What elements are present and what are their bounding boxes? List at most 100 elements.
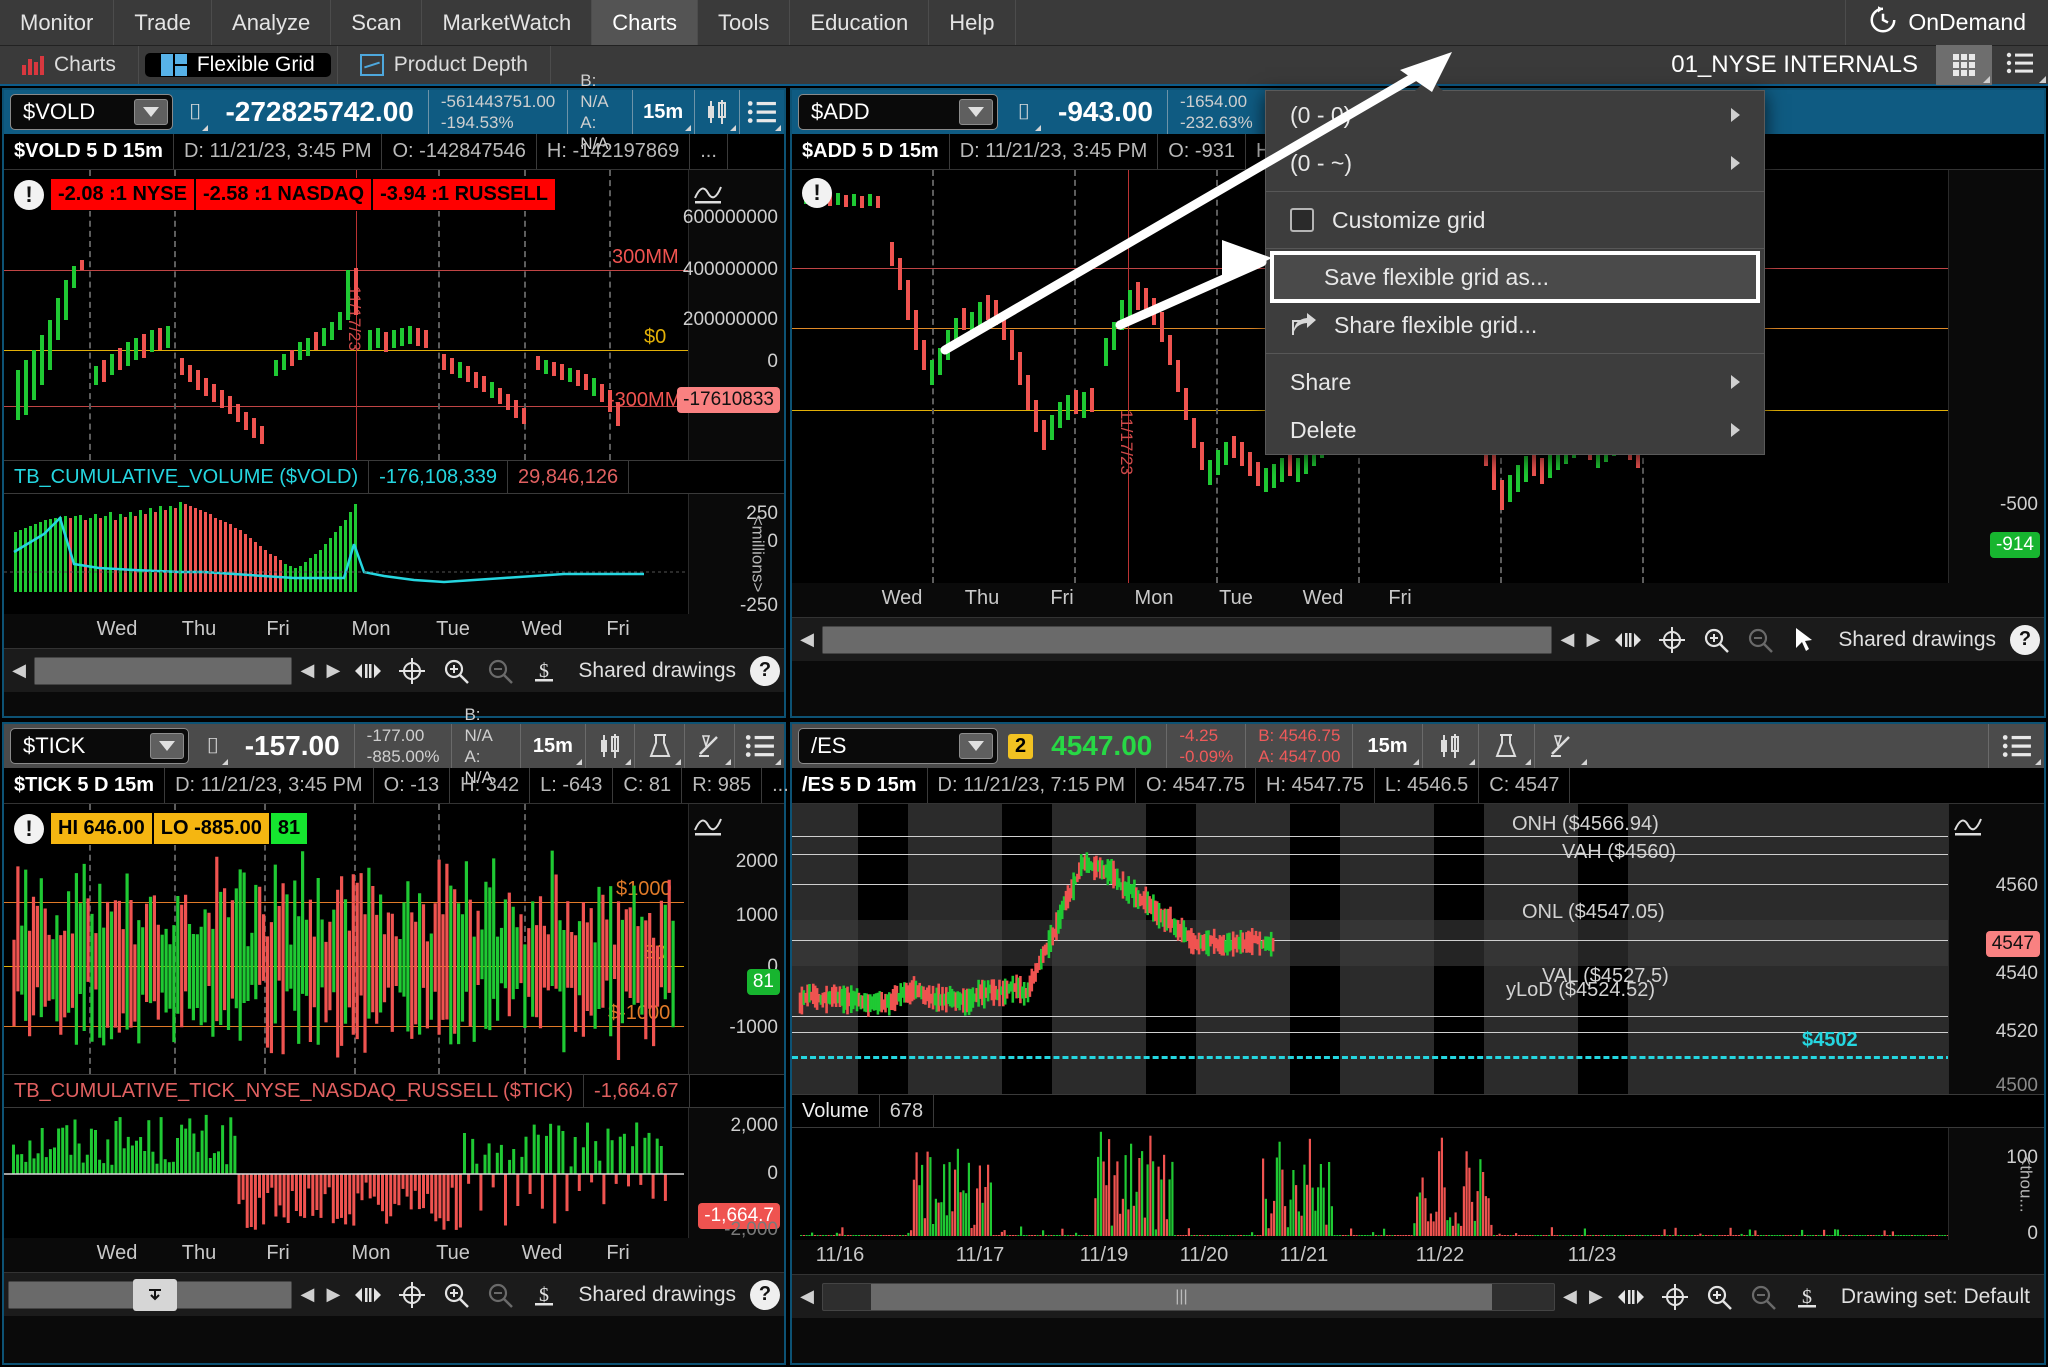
- add-scroll-prev[interactable]: ◀: [1556, 626, 1578, 654]
- add-zoom-in-icon[interactable]: [1696, 623, 1736, 657]
- vold-candle-style-button[interactable]: [693, 90, 739, 134]
- add-scroll-next[interactable]: ▶: [1582, 626, 1604, 654]
- ctx-item-share[interactable]: Share: [1266, 358, 1764, 406]
- vold-indicator-body[interactable]: 250 0 -250 <millions>: [4, 494, 784, 614]
- tick-scrollbar[interactable]: [8, 1278, 293, 1311]
- menu-item-trade[interactable]: Trade: [114, 0, 213, 45]
- add-fit-width-icon[interactable]: [1608, 623, 1648, 657]
- ctx-item-share-flexible-grid[interactable]: Share flexible grid...: [1266, 301, 1764, 349]
- es-scroll-prev[interactable]: ◀: [1559, 1283, 1581, 1311]
- vold-crosshair-icon[interactable]: [392, 654, 432, 688]
- es-chart-body[interactable]: $4502 ONH ($4566.94) VAH ($4560) ONL ($4…: [792, 804, 2044, 1094]
- es-volume-body[interactable]: 100 0 <thou...: [792, 1128, 2044, 1240]
- tick-price-axis[interactable]: 2000 1000 0 81 -1000: [688, 804, 784, 1074]
- tick-scroll-next[interactable]: ▶: [322, 1281, 344, 1309]
- checkbox-icon[interactable]: [1290, 208, 1314, 232]
- vold-scroll-next[interactable]: ▶: [322, 657, 344, 685]
- vold-fit-width-icon[interactable]: [348, 654, 388, 688]
- es-symbol-dropdown-icon[interactable]: [959, 733, 993, 759]
- ctx-item-customize-grid[interactable]: Customize grid: [1266, 196, 1764, 244]
- es-symbol-input[interactable]: /ES: [798, 728, 998, 764]
- vold-zoom-in-icon[interactable]: [436, 654, 476, 688]
- tick-zoom-out-icon[interactable]: [480, 1278, 520, 1312]
- menu-item-charts[interactable]: Charts: [592, 0, 699, 45]
- vold-settings-list-button[interactable]: [738, 90, 784, 134]
- es-timeframe-button[interactable]: 15m: [1352, 724, 1421, 768]
- add-scrollbar[interactable]: [822, 625, 1553, 654]
- es-drawings-button[interactable]: [1533, 724, 1590, 768]
- es-crosshair-icon[interactable]: [1655, 1280, 1695, 1314]
- ctx-item-save-flexible-grid-as[interactable]: Save flexible grid as...: [1270, 251, 1760, 303]
- tick-dollar-icon[interactable]: $: [524, 1278, 564, 1312]
- es-studies-button[interactable]: [1477, 724, 1534, 768]
- add-shared-drawings[interactable]: Shared drawings: [1828, 628, 2006, 652]
- tick-axis-scale-icon[interactable]: [693, 812, 723, 843]
- tick-indicator-axis[interactable]: 2,000 0 -1,664.7 -2,000: [688, 1108, 784, 1238]
- tab-flexible-grid[interactable]: Flexible Grid: [144, 53, 331, 77]
- tick-scroll-prev[interactable]: ◀: [296, 1281, 318, 1309]
- vold-help-icon[interactable]: ?: [750, 655, 780, 686]
- ondemand-button[interactable]: OnDemand: [1846, 0, 2048, 45]
- add-price-axis[interactable]: -500 -914: [1948, 170, 2044, 583]
- menu-item-education[interactable]: Education: [790, 0, 930, 45]
- es-dollar-icon[interactable]: $: [1787, 1280, 1827, 1314]
- tick-fit-width-icon[interactable]: [348, 1278, 388, 1312]
- es-qty-wrap[interactable]: 2: [1004, 724, 1037, 768]
- vold-price-axis[interactable]: 600000000 400000000 200000000 0 -1761083…: [677, 170, 784, 460]
- add-scroll-left[interactable]: ◀: [796, 626, 818, 654]
- menu-item-monitor[interactable]: Monitor: [0, 0, 115, 45]
- add-link-button[interactable]: ⌷: [1004, 90, 1044, 134]
- ctx-item-0-0[interactable]: (0 - 0): [1266, 91, 1764, 139]
- es-zoom-out-icon[interactable]: [1743, 1280, 1783, 1314]
- es-scroll-next[interactable]: ▶: [1585, 1283, 1607, 1311]
- tick-drawings-button[interactable]: [684, 724, 734, 768]
- vold-scroll-left[interactable]: ◀: [8, 657, 30, 685]
- es-scrollbar[interactable]: |||: [822, 1282, 1555, 1311]
- tick-symbol-input[interactable]: $TICK: [10, 728, 190, 764]
- vold-axis-scale-icon[interactable]: [693, 180, 723, 211]
- add-zoom-out-icon[interactable]: [1740, 623, 1780, 657]
- grid-list-button[interactable]: [1992, 45, 2048, 85]
- vold-symbol-dropdown-icon[interactable]: [134, 99, 169, 125]
- es-drawing-set[interactable]: Drawing set: Default: [1831, 1285, 2040, 1309]
- ctx-item-delete[interactable]: Delete: [1266, 406, 1764, 454]
- es-fit-width-icon[interactable]: [1611, 1280, 1651, 1314]
- tick-link-button[interactable]: ⌷: [195, 724, 231, 768]
- es-zoom-in-icon[interactable]: [1699, 1280, 1739, 1314]
- grid-layout-button[interactable]: [1936, 45, 1992, 85]
- tick-candle-style-button[interactable]: [584, 724, 635, 768]
- tab-charts[interactable]: Charts: [6, 53, 132, 77]
- menu-item-tools[interactable]: Tools: [698, 0, 791, 45]
- vold-symbol-input[interactable]: $VOLD: [10, 94, 174, 130]
- add-symbol-dropdown-icon[interactable]: [959, 99, 993, 125]
- add-cursor-icon[interactable]: [1784, 623, 1824, 657]
- add-crosshair-icon[interactable]: [1652, 623, 1692, 657]
- menu-item-marketwatch[interactable]: MarketWatch: [422, 0, 593, 45]
- tick-timeframe-button[interactable]: 15m: [520, 724, 585, 768]
- vold-dollar-icon[interactable]: $: [524, 654, 564, 688]
- menu-item-help[interactable]: Help: [929, 0, 1016, 45]
- vold-zoom-out-icon[interactable]: [480, 654, 520, 688]
- es-scroll-left[interactable]: ◀: [796, 1283, 818, 1311]
- vold-scrollbar[interactable]: [34, 656, 293, 685]
- es-axis-scale-icon[interactable]: [1953, 812, 1983, 843]
- es-price-axis[interactable]: 4560 4547 4540 4520 4500: [1948, 804, 2044, 1094]
- menu-item-scan[interactable]: Scan: [331, 0, 423, 45]
- tick-help-icon[interactable]: ?: [750, 1279, 780, 1310]
- tick-symbol-dropdown-icon[interactable]: [150, 733, 185, 759]
- tick-chart-body[interactable]: ! HI 646.00 LO -885.00 81 $1000 $0 $-100…: [4, 804, 784, 1074]
- tab-product-depth[interactable]: Product Depth: [344, 53, 544, 77]
- tick-zoom-in-icon[interactable]: [436, 1278, 476, 1312]
- tick-shared-drawings[interactable]: Shared drawings: [568, 1283, 746, 1307]
- add-help-icon[interactable]: ?: [2010, 624, 2040, 655]
- vold-more[interactable]: ...: [690, 134, 728, 169]
- add-symbol-input[interactable]: $ADD: [798, 94, 998, 130]
- tick-settings-list-button[interactable]: [734, 724, 784, 768]
- tick-crosshair-icon[interactable]: [392, 1278, 432, 1312]
- tick-indicator-body[interactable]: 2,000 0 -1,664.7 -2,000: [4, 1108, 784, 1238]
- vold-link-button[interactable]: ⌷: [179, 90, 211, 134]
- vold-indicator-axis[interactable]: 250 0 -250 <millions>: [688, 494, 784, 614]
- vold-scroll-prev[interactable]: ◀: [296, 657, 318, 685]
- vold-shared-drawings[interactable]: Shared drawings: [568, 659, 746, 683]
- tick-studies-button[interactable]: [634, 724, 684, 768]
